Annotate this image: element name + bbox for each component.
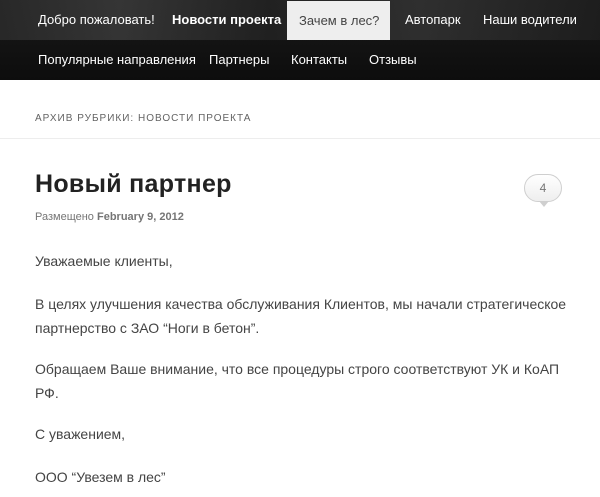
nav-row-primary: Добро пожаловать! Новости проекта Зачем … [0,0,600,40]
nav-item-partners[interactable]: Партнеры [209,40,269,80]
post-paragraph-notice: Обращаем Ваше внимание, что все процедур… [35,361,560,401]
nav-row-secondary: Популярные направления Партнеры Контакты… [0,40,600,80]
nav-item-news[interactable]: Новости проекта [172,0,281,40]
nav-item-fleet[interactable]: Автопарк [405,0,461,40]
post-title[interactable]: Новый партнер [35,170,232,199]
speech-bubble-tail-icon [539,201,549,207]
post-meta: Размещено February 9, 2012 [35,211,184,223]
top-navigation: Добро пожаловать! Новости проекта Зачем … [0,0,600,80]
post-paragraph-signature: ООО “Увезем в лес” [35,469,166,485]
archive-title: Архив рубрики: Новости проекта [35,113,252,124]
meta-prefix: Размещено [35,211,94,223]
comments-count-button[interactable]: 4 [524,174,562,207]
post-date-link[interactable]: February 9, 2012 [97,211,184,223]
comments-count: 4 [539,181,547,195]
nav-item-drivers[interactable]: Наши водители [483,0,577,40]
nav-item-why-forest[interactable]: Зачем в лес? [287,1,390,40]
archive-divider [0,138,600,139]
nav-item-reviews[interactable]: Отзывы [369,40,417,80]
nav-item-contacts[interactable]: Контакты [291,40,347,80]
post-paragraph-regards: С уважением, [35,426,126,442]
nav-item-popular-routes[interactable]: Популярные направления [38,40,196,80]
post-paragraph-partnership: В целях улучшения качества обслуживания … [35,296,567,336]
nav-item-welcome[interactable]: Добро пожаловать! [38,0,155,40]
post-paragraph-greeting: Уважаемые клиенты, [35,253,173,269]
